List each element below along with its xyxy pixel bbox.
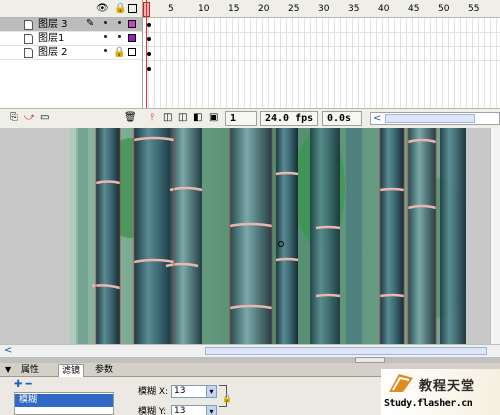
stage-canvas-bamboo-image[interactable] [70,128,466,344]
watermark-title: 教程天堂 [419,379,476,394]
lock-icon[interactable]: 🔒 [113,47,125,58]
blur-x-input[interactable]: 13 [171,385,207,398]
add-motion-guide-icon[interactable]: ⤻ [24,112,35,124]
elapsed-time-field: 0.0s [322,111,362,126]
onion-outlines-icon[interactable]: ◫ [178,112,187,124]
layers-panel: 👁 🔒 图层 3 ✎ 图层1 图层 2 🔒 [0,0,143,108]
keyframe-marker[interactable] [147,23,151,27]
scroll-thumb[interactable] [385,114,475,123]
row-divider [143,32,500,33]
modify-onion-markers-icon[interactable]: ▣ [209,112,218,124]
delete-layer-icon[interactable]: 🗑 [124,112,137,124]
layer-color-swatch[interactable] [128,20,136,28]
ruler-mark: 5 [168,4,174,14]
eye-icon[interactable]: 👁 [96,3,109,15]
add-layer-icon[interactable]: ⎘ [10,112,18,124]
tab-properties[interactable]: 属性 [18,364,42,376]
playhead-line [146,0,147,108]
filter-item-blur[interactable]: 模糊 [15,394,113,407]
layer-icon [24,48,33,58]
timeline-horizontal-scrollbar[interactable]: < [370,112,500,125]
blur-y-input[interactable]: 13 [171,405,207,415]
timeline-panel: 👁 🔒 图层 3 ✎ 图层1 图层 2 🔒 5 10 15 20 25 30 3… [0,0,500,128]
keyframe-marker[interactable] [147,37,151,41]
blur-x-dropdown-icon[interactable]: ▾ [206,385,217,398]
frames-area[interactable]: 1 5 10 15 20 25 30 35 40 45 50 55 [143,0,500,108]
layer-name: 图层 2 [38,47,68,58]
layer-color-swatch[interactable] [128,48,136,56]
timeline-toolbar: ⎘ ⤻ ▭ 🗑 ⫯ ◫ ◫ ◧ ▣ 1 24.0 fps 0.0s < [0,108,500,128]
bamboo-forest-image [70,128,466,344]
layer-row-1[interactable]: 图层1 [0,32,142,46]
ruler-mark: 40 [378,4,390,14]
center-frame-icon[interactable]: ⫯ [150,112,154,124]
watermark-url: Study.flasher.cn [384,398,473,409]
current-frame-field: 1 [225,111,257,126]
ruler-mark: 30 [318,4,330,14]
add-filter-icon[interactable]: ✚ ━ [14,379,32,391]
layer-row-3[interactable]: 图层 3 ✎ [0,18,142,32]
ruler-mark: 15 [228,4,240,14]
insert-folder-icon[interactable]: ▭ [40,112,49,124]
layers-header: 👁 🔒 [0,0,142,18]
collapse-triangle-icon[interactable]: ▼ [5,365,11,374]
constrain-lock-icon[interactable]: 🔒 [222,394,232,403]
row-divider [143,60,500,61]
lock-icon[interactable]: 🔒 [114,3,126,15]
scroll-left-arrow-icon[interactable]: < [373,113,381,124]
frame-rate-field: 24.0 fps [260,111,318,126]
stage-area[interactable] [0,128,500,344]
ruler-mark: 35 [348,4,360,14]
ruler-mark: 25 [288,4,300,14]
ruler-mark: 45 [408,4,420,14]
edit-multiple-frames-icon[interactable]: ◧ [193,112,202,124]
lock-dot[interactable] [118,35,121,38]
blur-y-dropdown-icon[interactable]: ▾ [206,405,217,415]
filter-list[interactable]: 模糊 [14,392,114,415]
tab-parameters[interactable]: 参数 [92,364,116,376]
ruler-mark: 50 [438,4,450,14]
ruler-mark: 10 [198,4,210,14]
visibility-dot[interactable] [104,21,107,24]
keyframe-marker[interactable] [147,67,151,71]
layer-icon [24,34,33,44]
stage-horizontal-scrollbar[interactable]: < [0,344,500,357]
layer-row-2[interactable]: 图层 2 🔒 [0,46,142,60]
blur-x-label: 模糊 X: [138,387,169,397]
blur-y-label: 模糊 Y: [138,407,167,415]
tab-filters[interactable]: 滤镜 [58,364,85,377]
layer-color-swatch[interactable] [128,34,136,42]
ruler-mark: 55 [468,4,480,14]
ruler-mark: 20 [258,4,270,14]
watermark: 教程天堂 Study.flasher.cn [381,369,500,415]
scroll-left-arrow-icon[interactable]: < [4,345,12,356]
flash-app: 👁 🔒 图层 3 ✎ 图层1 图层 2 🔒 5 10 15 20 25 30 3… [0,0,500,415]
onion-skin-icon[interactable]: ◫ [163,112,172,124]
visibility-dot[interactable] [104,35,107,38]
keyframe-marker[interactable] [147,52,151,56]
row-divider [143,46,500,47]
stage-vertical-scrollbar[interactable] [490,128,500,344]
scroll-thumb[interactable] [205,347,487,355]
frame-ruler[interactable]: 1 5 10 15 20 25 30 35 40 45 50 55 [143,0,500,18]
layer-name: 图层1 [38,33,65,44]
lock-dot[interactable] [118,21,121,24]
outline-icon[interactable] [128,4,137,13]
pencil-icon: ✎ [86,18,95,29]
layer-icon [24,20,33,30]
layer-name: 图层 3 [38,19,68,30]
visibility-dot[interactable] [104,49,107,52]
watermark-logo-icon [389,374,413,392]
